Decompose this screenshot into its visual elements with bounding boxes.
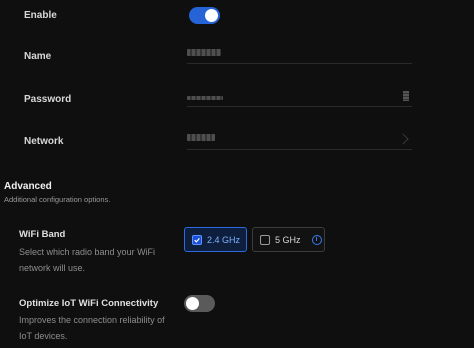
show-password-icon[interactable] — [403, 91, 409, 101]
password-value-redacted[interactable] — [187, 96, 223, 100]
checkbox-checked-icon — [192, 234, 202, 245]
name-label: Name — [24, 51, 52, 62]
dropdown-caret-icon[interactable] — [397, 133, 409, 145]
iot-toggle[interactable] — [184, 295, 215, 312]
password-label: Password — [24, 94, 72, 105]
band-option-label: 5 GHz — [275, 234, 301, 245]
wifi-band-description: Select which radio band your WiFi networ… — [19, 247, 156, 273]
network-value-redacted[interactable] — [187, 134, 215, 141]
enable-toggle[interactable] — [189, 7, 220, 24]
band-option-2-4ghz[interactable]: 2.4 GHz — [184, 227, 247, 252]
advanced-section-subtitle: Additional configuration options. — [4, 195, 111, 204]
name-field-underline — [187, 63, 412, 64]
name-value-redacted[interactable] — [187, 49, 221, 56]
password-field-underline — [187, 106, 412, 107]
toggle-knob — [186, 297, 199, 310]
enable-label: Enable — [24, 10, 57, 21]
advanced-section-title: Advanced — [4, 181, 52, 192]
info-icon[interactable]: i — [311, 234, 322, 245]
iot-title: Optimize IoT WiFi Connectivity — [19, 298, 159, 309]
checkbox-unchecked-icon — [260, 234, 270, 245]
wifi-band-title: WiFi Band — [19, 229, 66, 240]
band-option-5ghz[interactable]: 5 GHz i — [252, 227, 325, 252]
iot-description: Improves the connection reliability of I… — [19, 315, 165, 341]
network-field-underline — [187, 149, 412, 150]
network-label: Network — [24, 136, 64, 147]
toggle-knob — [205, 9, 218, 22]
band-option-label: 2.4 GHz — [207, 234, 241, 245]
